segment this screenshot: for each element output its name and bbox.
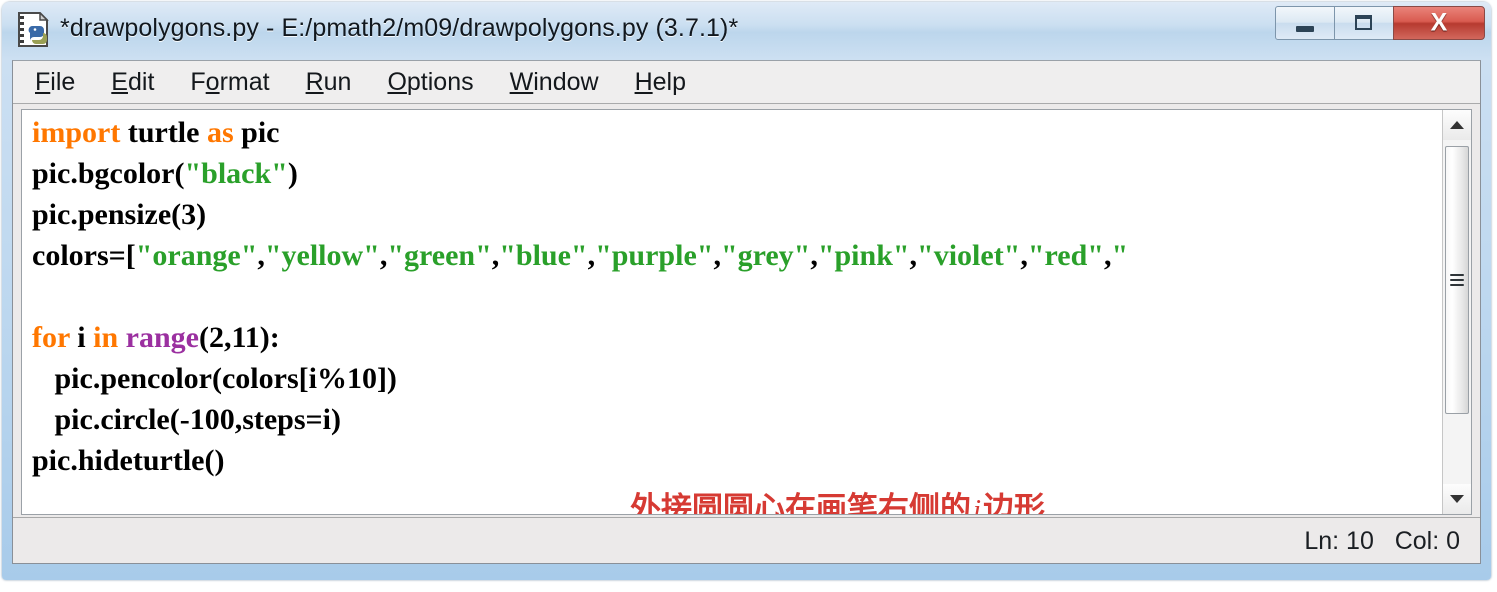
annotation-text-before: 外接圆圆心在画笔右侧的 [630, 491, 971, 515]
menu-item-help[interactable]: Help [635, 68, 686, 97]
menu-item-window[interactable]: Window [510, 68, 599, 97]
close-button[interactable]: X [1393, 6, 1485, 40]
idle-python-file-icon [18, 12, 49, 47]
code-line: pic.circle(-100,steps=i) [32, 403, 341, 436]
cursor-position-status: Ln: 10 Col: 0 [1304, 527, 1460, 555]
vertical-scrollbar[interactable] [1442, 110, 1471, 514]
menu-item-file[interactable]: File [35, 68, 75, 97]
code-line: pic.pensize(3) [32, 198, 207, 231]
code-line: colors=["orange","yellow","green","blue"… [32, 239, 1129, 272]
status-bar: Ln: 10 Col: 0 [13, 517, 1480, 563]
annotation-text-after: 边形 [983, 491, 1046, 515]
scroll-up-arrow-icon [1450, 121, 1464, 129]
minimize-icon [1296, 26, 1314, 33]
scroll-down-button[interactable] [1443, 484, 1471, 514]
menu-item-options[interactable]: Options [387, 68, 473, 97]
annotation-variable: i [973, 494, 982, 515]
menu-item-run[interactable]: Run [306, 68, 352, 97]
annotation-note: 外接圆圆心在画笔右侧的i边形 [630, 494, 1045, 515]
menu-item-edit[interactable]: Edit [111, 68, 154, 97]
menu-item-format[interactable]: Format [190, 68, 269, 97]
title-bar: *drawpolygons.py - E:/pmath2/m09/drawpol… [2, 2, 1491, 60]
code-line: pic.pencolor(colors[i%10]) [32, 362, 397, 395]
window-title: *drawpolygons.py - E:/pmath2/m09/drawpol… [60, 14, 739, 42]
window-controls: X [1275, 6, 1485, 42]
maximize-icon [1355, 15, 1372, 30]
scrollbar-thumb[interactable] [1445, 146, 1469, 414]
scroll-up-button[interactable] [1443, 110, 1471, 140]
code-editor[interactable]: import turtle as pic pic.bgcolor("black"… [21, 109, 1472, 515]
idle-editor-window: *drawpolygons.py - E:/pmath2/m09/drawpol… [2, 2, 1491, 580]
code-line: import turtle as pic [32, 116, 280, 149]
close-icon: X [1430, 8, 1448, 37]
code-line: pic.bgcolor("black") [32, 157, 298, 190]
code-text[interactable]: import turtle as pic pic.bgcolor("black"… [32, 112, 1452, 481]
menu-bar: File Edit Format Run Options Window Help [13, 61, 1480, 104]
window-client-area: File Edit Format Run Options Window Help… [12, 60, 1481, 564]
scroll-down-arrow-icon [1450, 495, 1464, 503]
code-line: for i in range(2,11): [32, 321, 280, 354]
minimize-button[interactable] [1275, 6, 1335, 40]
code-line: pic.hideturtle() [32, 444, 225, 477]
maximize-button[interactable] [1334, 6, 1394, 40]
scrollbar-grip-icon [1450, 274, 1464, 286]
